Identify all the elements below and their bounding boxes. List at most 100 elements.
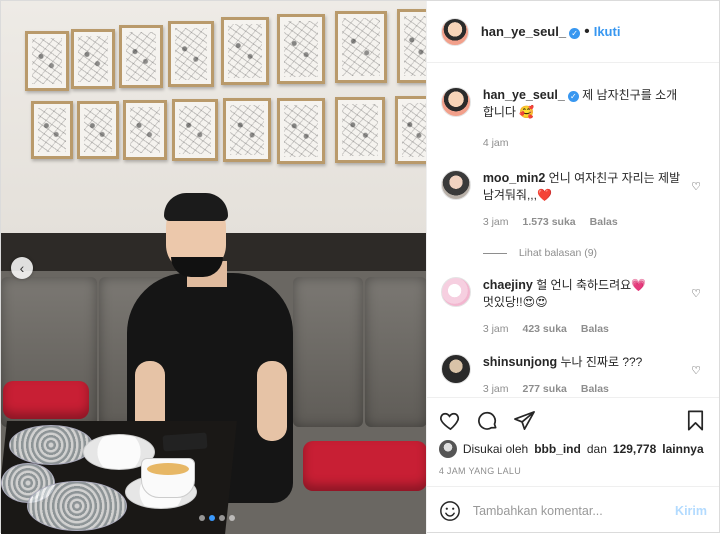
liked-by: Disukai oleh bbb_ind dan 129,778 lainnya (438, 440, 707, 458)
heart-emoji-icon: ❤️ (536, 188, 552, 202)
carousel-prev-button[interactable]: ‹ (11, 257, 33, 279)
comment-body: chaejiny 헐 언니 축하드려요💗 멋있당!!😍😍 3 jam 423 s… (483, 277, 705, 338)
username-link[interactable]: han_ye_seul_ (483, 88, 565, 102)
follow-button[interactable]: Ikuti (594, 24, 621, 39)
smartphone (162, 432, 208, 452)
artwork-frame (31, 101, 73, 159)
comment: moo_min2 언니 여자친구 자리는 제발 남겨둬줘,,,❤️ 3 jam … (440, 170, 705, 231)
post-comment-button[interactable]: Kirim (675, 504, 707, 518)
artwork-frame (277, 98, 325, 164)
sofa-cushion (293, 277, 363, 427)
like-comment-heart-icon[interactable]: ♡ (691, 180, 701, 193)
heart-eyes-emoji-icon: 😍😍 (522, 295, 548, 309)
comment-icon[interactable] (476, 409, 499, 432)
header-user: han_ye_seul_ ✓ • Ikuti (481, 23, 621, 41)
post-time-ago[interactable]: 4 JAM YANG LALU (439, 466, 707, 486)
username-link[interactable]: shinsunjong (483, 355, 557, 369)
artwork-frame (221, 17, 269, 85)
add-comment-bar: Kirim (426, 486, 719, 534)
comment-meta: 3 jam 277 suka Balas (483, 381, 685, 397)
username-link[interactable]: chaejiny (483, 278, 533, 292)
artwork-frame (123, 100, 167, 160)
avatar[interactable] (440, 354, 471, 384)
post-header: han_ye_seul_ ✓ • Ikuti (426, 1, 719, 63)
heart-icon[interactable] (439, 409, 462, 432)
liked-by-count[interactable]: 129,778 (613, 442, 656, 456)
comments-list: han_ye_seul_ ✓ 제 남자친구를 소개합니다 🥰 4 jam moo_… (427, 63, 719, 397)
artwork-frame (335, 97, 385, 163)
comment-body: shinsunjong 누나 진짜로 ??? 3 jam 277 suka Ba… (483, 354, 705, 397)
divider (482, 252, 507, 254)
likes-count[interactable]: 1.573 suka (523, 214, 576, 231)
reply-button[interactable]: Balas (590, 214, 618, 231)
reply-button[interactable]: Balas (581, 321, 609, 338)
artwork-frame (397, 9, 426, 83)
glass-plate (9, 425, 93, 465)
reply-button[interactable]: Balas (581, 381, 609, 397)
person-hair (164, 193, 228, 221)
comment: shinsunjong 누나 진짜로 ??? 3 jam 277 suka Ba… (440, 354, 705, 397)
smiley-icon[interactable] (439, 500, 461, 522)
red-pillow (3, 381, 89, 419)
artwork-frame (395, 96, 426, 164)
username-link[interactable]: han_ye_seul_ (481, 24, 566, 39)
avatar[interactable] (440, 17, 469, 46)
separator-dot: • (584, 22, 590, 40)
timestamp: 4 jam (482, 137, 509, 149)
share-icon[interactable] (513, 409, 536, 432)
likes-count[interactable]: 277 suka (523, 381, 567, 397)
red-pillow (303, 441, 426, 491)
bookmark-icon[interactable] (684, 409, 707, 432)
liked-by-mid: dan (586, 442, 607, 456)
carousel-dots (199, 515, 235, 521)
smiling-hearts-emoji-icon: 🥰 (519, 105, 535, 119)
artwork-frame (71, 29, 115, 89)
like-comment-heart-icon[interactable]: ♡ (691, 364, 701, 377)
comment-body: moo_min2 언니 여자친구 자리는 제발 남겨둬줘,,,❤️ 3 jam … (483, 170, 705, 231)
post-actions: Disukai oleh bbb_ind dan 129,778 lainnya… (426, 397, 719, 486)
timestamp: 3 jam (482, 323, 509, 335)
post-photo[interactable]: ‹ (1, 1, 426, 534)
view-replies-button[interactable]: Lihat balasan (9) (482, 247, 705, 259)
comment-text: 누나 진짜로 ??? (560, 355, 643, 369)
artwork-frame (277, 14, 325, 84)
comment-text: 헐 언니 축하드려요 (536, 278, 632, 292)
avatar[interactable] (440, 87, 471, 117)
view-replies-label: Lihat balasan (9) (518, 247, 598, 259)
artwork-frame (335, 11, 387, 83)
comment-meta: 3 jam 1.573 suka Balas (483, 214, 685, 231)
heart-emoji-icon: 💗 (631, 278, 647, 292)
glass-plate (27, 481, 127, 531)
instagram-post-modal: ‹ han_ye_seul_ ✓ • Ikuti han_ye_seul_ ✓ 제 남자… (0, 0, 720, 534)
artwork-frame (119, 25, 163, 88)
artwork-frame (77, 101, 119, 159)
comment-input[interactable] (472, 503, 664, 518)
liked-by-suffix[interactable]: lainnya (662, 442, 703, 456)
carousel-dot-active (209, 515, 215, 521)
caption-body: han_ye_seul_ ✓ 제 남자친구를 소개합니다 🥰 4 jam (483, 87, 705, 152)
liked-by-prefix: Disukai oleh (462, 442, 529, 456)
person-arm (257, 361, 287, 441)
username-link[interactable]: moo_min2 (483, 171, 546, 185)
carousel-dot (229, 515, 235, 521)
artwork-frame (172, 99, 218, 161)
likes-count[interactable]: 423 suka (523, 321, 567, 338)
avatar[interactable] (440, 277, 471, 307)
verified-badge-icon: ✓ (567, 91, 579, 102)
timestamp: 3 jam (482, 383, 509, 395)
comment: chaejiny 헐 언니 축하드려요💗 멋있당!!😍😍 3 jam 423 s… (440, 277, 705, 338)
artwork-frame (25, 31, 69, 91)
liker-avatar[interactable] (438, 440, 457, 458)
carousel-dot (219, 515, 225, 521)
like-comment-heart-icon[interactable]: ♡ (691, 287, 701, 300)
tea-cup (141, 458, 195, 498)
avatar[interactable] (440, 170, 471, 200)
action-icons (439, 404, 707, 436)
timestamp: 3 jam (482, 216, 509, 228)
post-panel: han_ye_seul_ ✓ • Ikuti han_ye_seul_ ✓ 제 남자친구… (425, 1, 719, 534)
artwork-frame (168, 21, 214, 87)
caption-meta: 4 jam (483, 135, 685, 152)
carousel-dot (199, 515, 205, 521)
liked-by-user[interactable]: bbb_ind (534, 442, 581, 456)
artwork-frame (223, 98, 271, 162)
